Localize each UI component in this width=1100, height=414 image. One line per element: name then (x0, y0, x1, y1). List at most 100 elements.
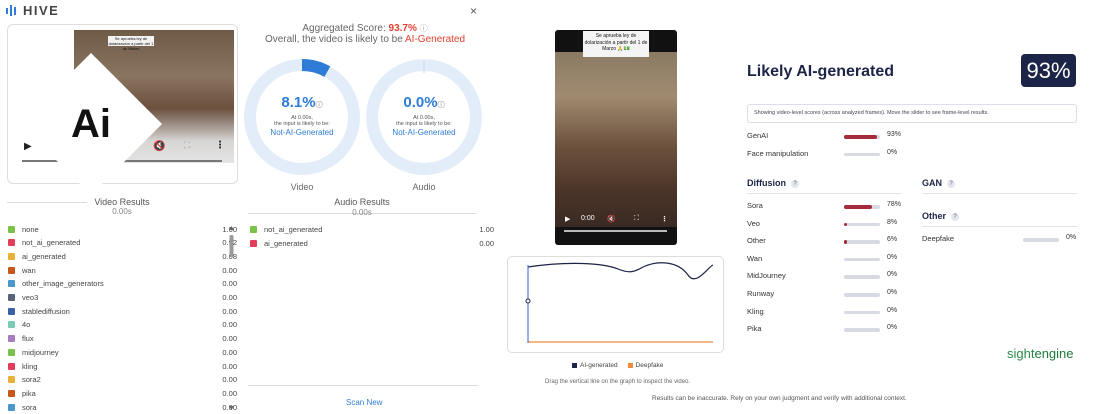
overall-text: Overall, the video is likely to be (264, 34, 403, 45)
more-options-icon[interactable]: ⋮ (661, 215, 668, 223)
hive-bars-icon (6, 5, 16, 16)
drag-hint: Drag the vertical line on the graph to i… (545, 379, 691, 385)
score-bar (844, 135, 880, 139)
score-row: MidJourney 0% (747, 271, 907, 283)
color-swatch (8, 225, 15, 233)
result-name: pika (22, 388, 36, 398)
score-row: Wan 0% (747, 254, 907, 266)
se-video-player[interactable]: Se aprueba ley de dolarización a partir … (555, 30, 677, 245)
score-name: Face manipulation (747, 148, 809, 158)
score-row: Pika 0% (747, 324, 907, 336)
score-bar (844, 152, 880, 156)
score-percent: 93% (887, 131, 902, 138)
hive-panel: HIVE × Se aprueba ley de dolarización a … (0, 0, 494, 414)
info-icon[interactable]: ⓘ (420, 24, 428, 33)
score-bar (844, 240, 880, 244)
se-video-time: 0:00 (581, 215, 595, 222)
help-icon[interactable]: ? (791, 179, 799, 188)
result-name: 4o (22, 320, 31, 330)
help-icon[interactable]: ? (947, 179, 955, 188)
score-percent: 0% (887, 306, 898, 314)
aggregated-score: Aggregated Score: 93.7% ⓘ Overall, the v… (240, 23, 490, 45)
result-name: not_ai_generated (264, 224, 323, 234)
result-name: midjourney (22, 347, 59, 357)
score-row: Sora 78% (747, 201, 907, 213)
video-gauge-verdict: Not-AI-Generated (270, 128, 334, 137)
color-swatch (8, 266, 15, 274)
result-value: 1.00 (479, 224, 494, 234)
result-value: 0.00 (479, 238, 494, 248)
result-row: pika 0.00 (8, 387, 237, 399)
score-percent: 8% (887, 218, 898, 226)
video-gauge-caption: Video (290, 182, 314, 192)
score-bar-fill (844, 222, 847, 227)
se-video-progress[interactable] (564, 230, 667, 232)
result-row: not_ai_generated 1.00 (250, 223, 494, 235)
color-swatch (8, 307, 15, 315)
score-bar (844, 257, 880, 262)
result-name: not_ai_generated (22, 238, 81, 248)
legend-deepfake: Deepfake (627, 362, 663, 369)
color-swatch (8, 376, 15, 384)
score-bar (844, 310, 880, 315)
audio-results-title: Audio Results (334, 197, 390, 207)
se-score-badge: 93% (1021, 54, 1076, 87)
color-swatch (8, 294, 15, 301)
scan-new-button[interactable]: Scan New (346, 398, 382, 407)
score-bar (1023, 238, 1059, 242)
result-name: veo3 (22, 293, 39, 302)
score-percent: 0% (887, 253, 898, 261)
audio-gauge-desc: the input is likely to be: (396, 121, 452, 127)
score-graph[interactable] (507, 256, 724, 353)
se-video-controls: ▶ 0:00 🔇 ⛶ ⋮ (555, 212, 677, 245)
sightengine-logo: sightengine (1007, 346, 1074, 361)
fullscreen-icon[interactable]: ⛶ (184, 140, 190, 151)
score-row: Other 6% (747, 236, 907, 248)
score-row: Runway 0% (747, 289, 907, 301)
result-name: ai_generated (22, 251, 66, 261)
result-name: flux (22, 334, 34, 344)
se-result-title: Likely AI-generated (747, 63, 895, 80)
se-note: Showing video-level scores (across analy… (747, 104, 1077, 123)
video-gauge-percent: 8.1% (281, 94, 316, 111)
video-gauge-desc: the input is likely to be: (274, 121, 330, 127)
color-swatch (8, 348, 15, 356)
overall-verdict: AI-Generated (405, 34, 466, 45)
score-bar (844, 293, 880, 297)
score-percent: 0% (1066, 234, 1077, 241)
audio-gauge: 0.0%ⓘ At 0.00s, the input is likely to b… (365, 58, 483, 181)
score-percent: 0% (887, 324, 898, 332)
result-name: other_image_generators (22, 279, 104, 289)
se-video-caption: Se aprueba ley de dolarización a partir … (583, 31, 649, 57)
result-row: 4o 0.00 (8, 319, 237, 331)
score-name: Pika (747, 324, 762, 334)
result-name: wan (22, 265, 36, 275)
color-swatch (8, 362, 15, 370)
score-row: Veo 8% (747, 219, 907, 231)
results-scrollbar[interactable] (229, 226, 234, 410)
color-swatch (250, 225, 257, 233)
result-row: sora 0.00 (8, 401, 237, 413)
close-icon[interactable]: × (470, 4, 477, 18)
result-row: not_ai_generated0.92 (8, 237, 237, 249)
result-name: kling (22, 361, 38, 371)
fullscreen-icon[interactable]: ⛶ (634, 215, 639, 223)
color-swatch (8, 403, 15, 411)
graph-slider-handle[interactable] (525, 298, 531, 304)
result-row: wan 0.00 (8, 264, 237, 276)
diffusion-title: Diffusion? (747, 178, 799, 188)
help-icon[interactable]: ? (951, 212, 960, 221)
result-row: kling 0.00 (8, 360, 237, 372)
color-swatch (8, 239, 15, 247)
result-row: veo3 0.00 (8, 292, 237, 304)
audio-gauge-caption: Audio (412, 182, 436, 192)
audio-gauge-percent: 0.0% (403, 94, 438, 111)
mute-icon[interactable]: 🔇 (607, 215, 616, 223)
audio-results-header: Audio Results 0.00s (248, 197, 476, 217)
diffusion-rows: Sora 78% Veo 8% Other 6% Wan 0% MidJourney 0% Runw… (747, 201, 907, 341)
ai-badge-icon: Ai (20, 53, 162, 195)
score-bar-fill (844, 135, 878, 139)
more-options-icon[interactable]: ⋮ (215, 140, 225, 151)
play-icon[interactable]: ▶ (565, 215, 570, 223)
color-swatch (8, 389, 15, 397)
